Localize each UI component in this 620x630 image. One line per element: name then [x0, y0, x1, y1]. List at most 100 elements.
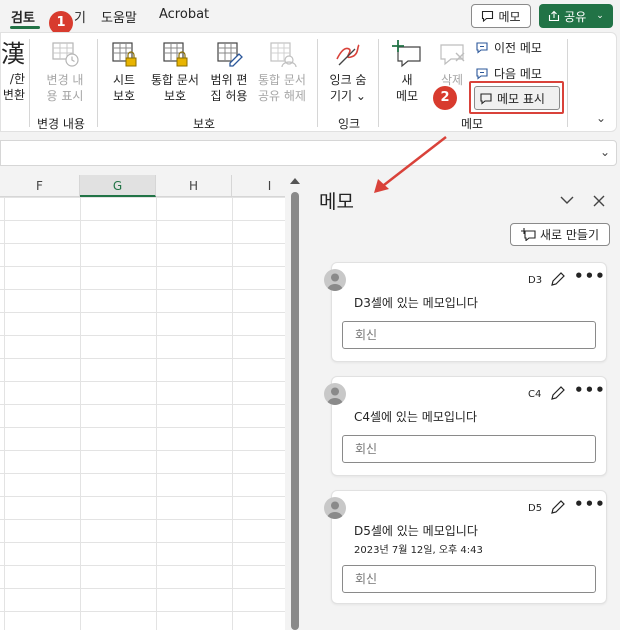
- comment-text: D5셀에 있는 메모입니다: [354, 524, 478, 538]
- edit-pencil-icon[interactable]: [550, 499, 566, 515]
- share-button[interactable]: 공유 ⌄: [539, 4, 613, 28]
- share-chevron-icon[interactable]: ⌄: [596, 11, 604, 21]
- previous-comment-button[interactable]: 이전 메모: [475, 37, 542, 57]
- show-changes-label-2: 용 표시: [46, 89, 84, 103]
- comments-button[interactable]: 메모: [471, 4, 531, 28]
- protect-workbook-label-1: 통합 문서: [151, 73, 199, 87]
- pane-options-chevron-icon[interactable]: [560, 195, 574, 205]
- group-separator: [567, 39, 568, 127]
- vertical-scrollbar[interactable]: [285, 175, 305, 630]
- allow-edit-ranges-icon: [217, 42, 243, 67]
- collapse-ribbon-icon[interactable]: ⌄: [596, 111, 606, 125]
- ink-pen-icon: [336, 44, 360, 66]
- comment-cell-reference[interactable]: C4: [528, 389, 541, 400]
- unshare-workbook-button[interactable]: 통합 문서 공유 해제: [253, 39, 311, 104]
- previous-comment-icon: [476, 41, 488, 54]
- close-pane-icon[interactable]: [593, 195, 605, 207]
- formula-bar[interactable]: ⌄: [0, 140, 617, 166]
- column-header-g[interactable]: G: [80, 175, 156, 197]
- hide-ink-label-2: 기기 ⌄: [330, 89, 366, 103]
- protect-sheet-label-2: 보호: [112, 89, 136, 103]
- group-label-changes: 변경 내용: [37, 117, 85, 131]
- reply-input[interactable]: [342, 435, 596, 463]
- edit-pencil-icon[interactable]: [550, 385, 566, 401]
- comment-cell-reference[interactable]: D5: [528, 503, 542, 514]
- show-changes-label-1: 변경 내: [46, 73, 84, 87]
- tab-review[interactable]: 검토: [11, 7, 35, 26]
- group-separator: [378, 39, 379, 127]
- group-label-ink: 잉크: [338, 117, 361, 131]
- delete-comment-button[interactable]: 삭제: [433, 39, 471, 88]
- comments-button-label: 메모: [498, 9, 521, 24]
- group-separator: [29, 39, 30, 127]
- hanja-glyph-icon: 漢: [1, 40, 25, 68]
- edit-pencil-icon[interactable]: [550, 271, 566, 287]
- hanja-label-2: 변환: [2, 88, 25, 102]
- group-separator: [317, 39, 318, 127]
- hanja-label-1: /한: [9, 72, 25, 86]
- protect-workbook-icon: [163, 42, 188, 67]
- comment-icon: [482, 10, 494, 22]
- reply-input[interactable]: [342, 565, 596, 593]
- unshare-workbook-icon: [270, 42, 297, 68]
- comment-text: C4셀에 있는 메모입니다: [354, 410, 478, 424]
- comment-timestamp: 2023년 7월 12일, 오후 4:43: [354, 545, 483, 556]
- worksheet-grid[interactable]: F G H I: [0, 175, 285, 630]
- share-button-label: 공유: [564, 9, 587, 24]
- new-comment-label-2: 메모: [395, 89, 419, 103]
- new-comment-plus-icon: [520, 228, 536, 241]
- protect-workbook-label-2: 보호: [163, 89, 187, 103]
- column-header-h[interactable]: H: [156, 175, 232, 197]
- share-icon: [549, 10, 560, 22]
- user-avatar-icon: [324, 269, 346, 291]
- comment-text: D3셀에 있는 메모입니다: [354, 296, 478, 310]
- comment-card[interactable]: C4 ••• C4셀에 있는 메모입니다: [324, 376, 607, 476]
- user-avatar-icon: [324, 383, 346, 405]
- protect-sheet-label-1: 시트: [112, 73, 136, 87]
- protect-workbook-button[interactable]: 통합 문서 보호: [146, 39, 204, 104]
- next-comment-icon: [476, 67, 488, 80]
- new-comment-icon: [392, 40, 421, 68]
- comments-pane-title: 메모: [319, 191, 354, 213]
- comment-card[interactable]: D3 ••• D3셀에 있는 메모입니다: [324, 262, 607, 362]
- next-comment-label: 다음 메모: [494, 66, 542, 81]
- expand-formula-bar-icon[interactable]: ⌄: [600, 145, 610, 159]
- more-options-icon[interactable]: •••: [574, 381, 606, 399]
- delete-comment-label: 삭제: [440, 73, 464, 87]
- cell-gridlines[interactable]: [0, 197, 285, 630]
- show-changes-icon: [52, 42, 79, 67]
- comments-pane: 메모 새로 만들기 D3 ••• D3셀에 있는 메모입니다 C4 ••• C4…: [305, 175, 620, 630]
- group-label-protect: 보호: [193, 117, 216, 131]
- column-header-i[interactable]: I: [232, 175, 285, 197]
- scroll-up-arrow-icon[interactable]: [290, 178, 300, 184]
- column-header-f[interactable]: F: [0, 175, 80, 197]
- allow-edit-ranges-button[interactable]: 범위 편 집 허용: [206, 39, 252, 104]
- next-comment-button[interactable]: 다음 메모: [475, 63, 542, 83]
- user-avatar-icon: [324, 497, 346, 519]
- ribbon-tab-bar: 검토 기 도움말 Acrobat 1 메모 공유 ⌄: [0, 0, 620, 35]
- unshare-workbook-label-2: 공유 해제: [258, 89, 306, 103]
- new-comment-button[interactable]: 새로 만들기: [510, 223, 610, 246]
- comment-cell-reference[interactable]: D3: [528, 275, 542, 286]
- show-changes-button[interactable]: 변경 내 용 표시: [41, 39, 89, 104]
- tab-help[interactable]: 도움말: [101, 7, 137, 26]
- new-comment-ribbon-button[interactable]: 새 메모: [388, 39, 426, 104]
- callout-badge-2: 2: [433, 86, 457, 110]
- more-options-icon[interactable]: •••: [574, 495, 606, 513]
- hanja-convert-button[interactable]: 漢 /한 변환: [0, 39, 25, 103]
- hide-ink-button[interactable]: 잉크 숨 기기 ⌄: [325, 39, 371, 104]
- hide-ink-label-1: 잉크 숨: [329, 73, 367, 87]
- new-comment-label-1: 새: [401, 73, 413, 87]
- protect-sheet-button[interactable]: 시트 보호: [105, 39, 143, 104]
- group-label-comments: 메모: [461, 117, 484, 131]
- scrollbar-thumb[interactable]: [291, 192, 299, 630]
- active-tab-indicator: [10, 26, 40, 29]
- reply-input[interactable]: [342, 321, 596, 349]
- tab-acrobat[interactable]: Acrobat: [159, 7, 209, 22]
- more-options-icon[interactable]: •••: [574, 267, 606, 285]
- new-comment-button-label: 새로 만들기: [539, 228, 599, 242]
- allow-edit-ranges-label-2: 집 허용: [210, 89, 248, 103]
- tab-view[interactable]: 기: [74, 7, 86, 26]
- delete-comment-icon: [440, 44, 465, 66]
- comment-card[interactable]: D5 ••• D5셀에 있는 메모입니다 2023년 7월 12일, 오후 4:…: [324, 490, 607, 604]
